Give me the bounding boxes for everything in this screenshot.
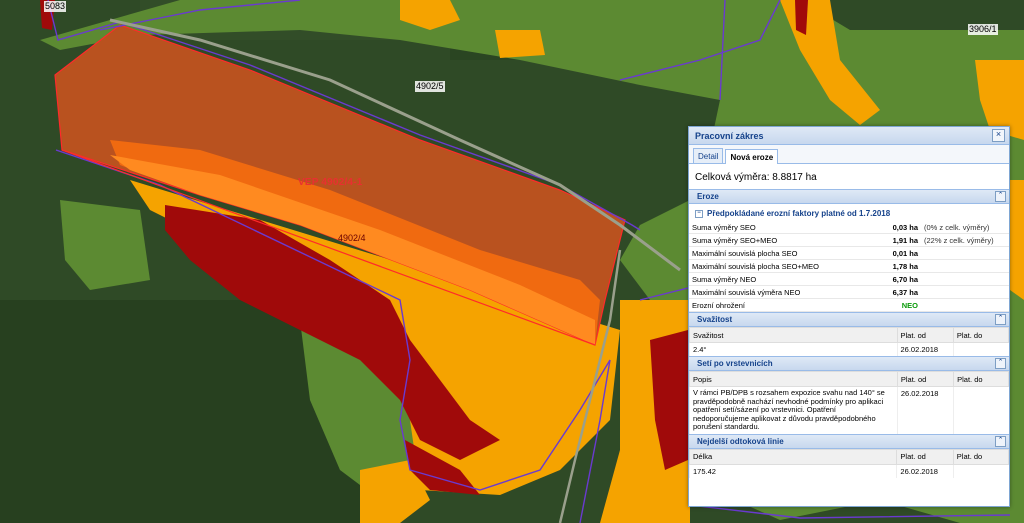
parcel-number-label: 3906/1 — [968, 24, 998, 35]
table-cell: 26.02.2018 — [896, 386, 954, 434]
table-header-row: Svažitost Plat. od Plat. do — [689, 327, 1009, 343]
row-label: Suma výměry NEO — [689, 272, 871, 286]
block-id-label: VEP 4902/4-1 — [298, 177, 363, 188]
table-cell: 26.02.2018 — [896, 342, 954, 356]
table-cell — [952, 342, 1009, 356]
table-header-row: Popis Plat. od Plat. do — [689, 371, 1009, 387]
row-value: 6,37 ha — [871, 285, 921, 299]
row-label: Maximální souvislá výměra NEO — [689, 285, 871, 299]
close-icon[interactable]: × — [992, 129, 1005, 142]
erosion-zone-darkred — [795, 0, 808, 35]
panel-title: Pracovní zákres — [695, 130, 764, 141]
collapse-icon[interactable]: ⌃ — [995, 191, 1006, 202]
table-row[interactable]: 175.42 26.02.2018 — [689, 464, 1009, 478]
section-header-erosion[interactable]: Eroze ⌃ — [689, 189, 1009, 204]
contour-sowing-table: Popis Plat. od Plat. do V rámci PB/DPB s… — [689, 371, 1009, 434]
row-label: Suma výměry SEO+MEO — [689, 233, 871, 247]
section-header-runoff-line[interactable]: Nejdelší odtoková linie ⌃ — [689, 433, 1009, 449]
column-header[interactable]: Svažitost — [689, 327, 898, 343]
parcel-number-label: 4902/5 — [415, 81, 445, 92]
section-header-slope[interactable]: Svažitost ⌃ — [689, 312, 1009, 327]
section-header-contour-sowing[interactable]: Setí po vrstevnicích ⌃ — [689, 356, 1009, 371]
column-header[interactable]: Popis — [689, 371, 898, 387]
section-title: Eroze — [697, 192, 719, 201]
row-value: 1,78 ha — [871, 259, 921, 273]
table-row: Suma výměry SEO 0,03 ha (0% z celk. výměry… — [689, 221, 1009, 234]
row-value: 0,03 ha — [871, 221, 921, 234]
column-header[interactable]: Plat. od — [896, 448, 954, 465]
erosion-factors-table: Suma výměry SEO 0,03 ha (0% z celk. výměry… — [689, 221, 1009, 312]
row-percent — [921, 285, 1009, 299]
table-cell: 2.4° — [689, 342, 897, 356]
table-row: Maximální souvislá výměra NEO 6,37 ha — [689, 285, 1009, 299]
table-cell: V rámci PB/DPB s rozsahem expozice svahu… — [689, 386, 898, 434]
row-label: Suma výměry SEO — [689, 221, 871, 234]
tab-detail[interactable]: Detail — [693, 148, 724, 163]
table-cell — [953, 386, 1009, 434]
table-row: Suma výměry SEO+MEO 1,91 ha (22% z celk. v… — [689, 233, 1009, 247]
table-cell: 26.02.2018 — [896, 464, 954, 478]
section-title: Svažitost — [697, 315, 733, 324]
collapse-icon[interactable]: ⌃ — [995, 358, 1006, 369]
panel-titlebar[interactable]: Pracovní zákres × — [689, 127, 1009, 145]
row-value: 1,91 ha — [871, 233, 921, 247]
row-percent — [921, 259, 1009, 273]
table-row: Maximální souvislá plocha SEO+MEO 1,78 ha — [689, 259, 1009, 273]
runoff-table: Délka Plat. od Plat. do 175.42 26.02.201… — [689, 448, 1009, 478]
erosion-risk-value: NEO — [871, 298, 921, 312]
table-row: Erozní ohrožení NEO — [689, 298, 1009, 312]
section-title: Setí po vrstevnicích — [697, 359, 773, 368]
parcel-number-label: 4902/4 — [338, 233, 366, 243]
subsection-header-factors[interactable]: − Předpokládané erozní faktory platné od… — [689, 204, 1009, 221]
total-area: Celková výměra: 8.8817 ha — [695, 172, 817, 183]
row-percent: (22% z celk. výměry) — [921, 233, 1009, 247]
column-header[interactable]: Délka — [689, 448, 898, 465]
table-header-row: Délka Plat. od Plat. do — [689, 448, 1009, 465]
subsection-title: Předpokládané erozní faktory platné od 1… — [707, 209, 891, 218]
row-label: Erozní ohrožení — [689, 298, 871, 312]
row-percent — [921, 246, 1009, 260]
row-value: 6,70 ha — [871, 272, 921, 286]
parcel-number-label: 5083 — [44, 1, 67, 12]
row-label: Maximální souvislá plocha SEO — [689, 246, 871, 260]
table-cell — [952, 464, 1009, 478]
row-value: 0,01 ha — [871, 246, 921, 260]
row-percent — [921, 298, 1009, 312]
erosion-zone-orange — [495, 30, 545, 58]
slope-table: Svažitost Plat. od Plat. do 2.4° 26.02.2… — [689, 327, 1009, 356]
table-cell: 175.42 — [689, 464, 897, 478]
column-header[interactable]: Plat. do — [952, 448, 1009, 465]
tab-new-erosion[interactable]: Nová eroze — [725, 149, 779, 164]
column-header[interactable]: Plat. do — [953, 371, 1009, 387]
row-percent — [921, 272, 1009, 286]
collapse-icon[interactable]: ⌃ — [995, 314, 1006, 325]
row-label: Maximální souvislá plocha SEO+MEO — [689, 259, 871, 273]
table-row[interactable]: 2.4° 26.02.2018 — [689, 342, 1009, 356]
collapse-icon[interactable]: − — [695, 209, 703, 218]
column-header[interactable]: Plat. od — [896, 327, 954, 343]
table-row: Suma výměry NEO 6,70 ha — [689, 272, 1009, 286]
table-row[interactable]: V rámci PB/DPB s rozsahem expozice svahu… — [689, 386, 1009, 434]
table-row: Maximální souvislá plocha SEO 0,01 ha — [689, 246, 1009, 260]
erosion-zone-orange — [1010, 180, 1024, 300]
row-percent: (0% z celk. výměry) — [921, 221, 1009, 234]
work-drawing-panel: Pracovní zákres × Detail Nová eroze Celk… — [688, 126, 1010, 507]
column-header[interactable]: Plat. od — [896, 371, 955, 387]
section-title: Nejdelší odtoková linie — [697, 436, 784, 446]
column-header[interactable]: Plat. do — [952, 327, 1009, 343]
panel-tabs: Detail Nová eroze — [689, 145, 1009, 164]
collapse-icon[interactable]: ⌃ — [995, 435, 1006, 447]
